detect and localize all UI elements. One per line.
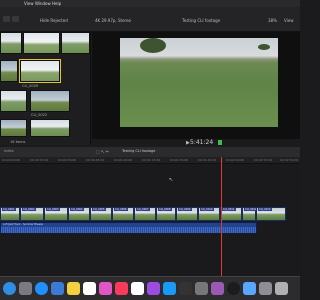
clip-thumbnail[interactable] [0,90,27,112]
ruler-tick: 00:01:00:00 [114,158,133,162]
ruler-tick: 00:00:45:00 [86,158,105,162]
finder-icon[interactable] [3,282,16,295]
photos-icon[interactable] [99,282,112,295]
timecode-display: 5:41:24 [190,139,214,146]
timeline-ruler[interactable]: 00:00:00:00 00:00:15:00 00:00:30:00 00:0… [0,157,300,164]
ruler-tick: 00:01:30:00 [170,158,189,162]
ruler-tick: 00:02:30:00 [280,158,299,162]
menu-help[interactable]: Help [52,0,61,7]
timeline-project-name[interactable]: Testing CLI footage [122,149,155,153]
audio-waveform [1,227,256,233]
audio-clip-label: Lofi Jazz Track - Summer Breeze [3,223,43,226]
photos-button[interactable] [12,16,19,22]
timeline-clip[interactable]: CLI_0001 [0,207,20,221]
browser-panel: CLI_0009 CLI_0022 16 items [0,32,91,145]
audio-meter [218,140,222,145]
index-button[interactable]: Index [4,149,14,153]
ruler-tick: 00:00:30:00 [58,158,77,162]
mail-icon[interactable] [51,282,64,295]
clip-label: CLI_0022 [31,113,48,117]
filter-popup[interactable]: Hide Rejected [40,18,68,23]
launchpad-icon[interactable] [19,282,32,295]
ruler-tick: 00:01:45:00 [198,158,217,162]
ruler-tick: 00:00:00:00 [2,158,21,162]
timeline-clip[interactable]: CLI_0003 [44,207,68,221]
clip-label: CLI_0009 [22,84,39,88]
toolbar: Hide Rejected 4K 29.97p, Stereo Testing … [0,7,300,32]
fcp-icon[interactable] [179,282,192,295]
timeline-header: ⬚ ↖ ✂ Testing CLI footage Index [0,147,300,157]
timeline[interactable]: CLI_0001 CLI_0002 CLI_0003 CLI_0004 CLI_… [0,164,300,276]
timeline-clip[interactable]: CLI_0007 [134,207,156,221]
timeline-clip[interactable]: CLI_0009 [176,207,198,221]
menu-view[interactable]: View [24,0,34,7]
timeline-clip[interactable]: CLI_0013 [256,207,286,221]
menu-window[interactable]: Window [35,0,51,7]
appstore-icon[interactable] [163,282,176,295]
clip-thumbnail[interactable] [30,90,70,112]
ruler-tick: 00:02:15:00 [254,158,273,162]
project-title: Testing CLI footage [182,18,221,23]
ruler-tick: 00:02:00:00 [226,158,245,162]
format-label: 4K 29.97p, Stereo [95,18,132,23]
cursor-icon: ↖ [169,177,174,183]
safari-icon[interactable] [35,282,48,295]
music-icon[interactable] [115,282,128,295]
tree-shape [140,38,166,53]
zoom-popup[interactable]: 38% [268,18,277,23]
clip-thumbnail[interactable] [30,119,70,137]
timeline-clip[interactable]: CLI_0012 [242,207,258,221]
viewer-controls: ▶ 5:41:24 [92,139,300,147]
clip-thumbnail[interactable] [23,32,60,54]
clip-thumbnail[interactable] [0,119,27,137]
playhead[interactable] [221,157,222,277]
clip-thumbnail[interactable] [0,60,18,82]
notes-icon[interactable] [67,282,80,295]
clip-thumbnail[interactable] [0,32,22,54]
timeline-clip[interactable]: CLI_0010 [198,207,220,221]
compressor-icon[interactable] [195,282,208,295]
settings-icon[interactable] [259,282,272,295]
trash-icon[interactable] [275,282,288,295]
timeline-clip[interactable]: CLI_0008 [156,207,176,221]
clip-thumbnail[interactable] [61,32,90,54]
motion-icon[interactable] [211,282,224,295]
timeline-clip[interactable]: CLI_0011 [220,207,242,221]
timeline-clip[interactable]: CLI_0005 [90,207,112,221]
tree-shape [258,44,270,50]
calendar-icon[interactable] [131,282,144,295]
ruler-tick: 00:00:15:00 [30,158,49,162]
viewer-frame [120,38,278,127]
menu-bar: View Window Help [0,0,300,7]
clip-thumbnail-selected[interactable] [19,59,61,83]
timeline-clip[interactable]: CLI_0002 [20,207,44,221]
ruler-tick: 00:01:15:00 [142,158,161,162]
reminders-icon[interactable] [83,282,96,295]
podcasts-icon[interactable] [147,282,160,295]
monitor-icon[interactable] [227,282,240,295]
tool-select-icon[interactable]: ⬚ ↖ ✂ [96,149,109,154]
timeline-clip[interactable]: CLI_0004 [68,207,90,221]
audio-clip[interactable]: Lofi Jazz Track - Summer Breeze [0,222,257,233]
library-button[interactable] [3,16,10,22]
view-popup[interactable]: View [284,18,294,23]
preview-icon[interactable] [243,282,256,295]
timeline-clip[interactable]: CLI_0006 [112,207,134,221]
browser-item-count: 16 items [10,140,26,144]
dock [0,276,300,300]
